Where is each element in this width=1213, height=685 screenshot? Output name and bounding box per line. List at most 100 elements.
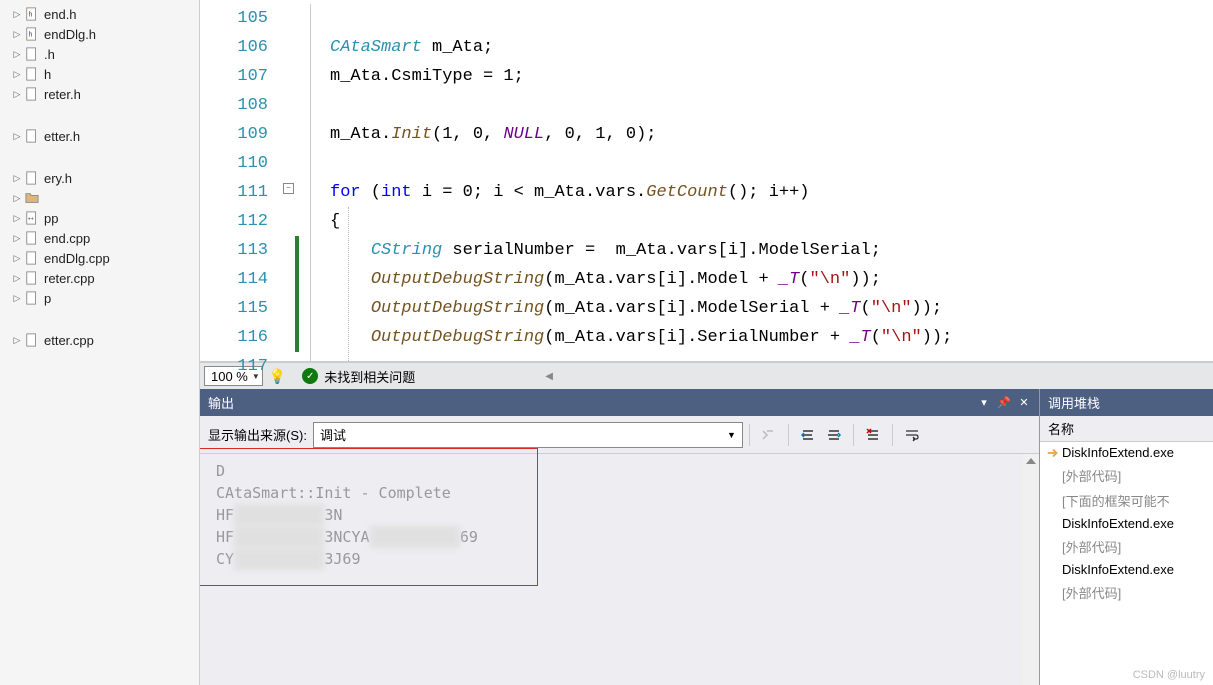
output-panel: 输出 ▾ 📌 ✕ 显示输出来源(S): 调试 ▼	[200, 389, 1039, 685]
solution-explorer-tree[interactable]: ▷hend.h ▷hendDlg.h ▷.h ▷h ▷reter.h ▷ette…	[0, 0, 200, 685]
current-frame-arrow-icon	[1044, 446, 1062, 460]
svg-text:h: h	[29, 12, 33, 19]
expand-icon: ▷	[12, 89, 22, 99]
cpp-file-icon	[24, 230, 40, 246]
tree-item-label: h	[44, 67, 51, 82]
svg-text:++: ++	[28, 217, 34, 223]
pin-icon[interactable]: 📌	[997, 396, 1011, 410]
output-source-value: 调试	[320, 425, 727, 444]
editor-status-bar: 100 % ▼ 💡 ✓ 未找到相关问题 ◀	[200, 362, 1213, 389]
callstack-row[interactable]: [外部代码]	[1040, 463, 1213, 488]
expand-icon: ▷	[12, 29, 22, 39]
tree-item[interactable]: ▷ reter.cpp	[0, 268, 199, 288]
wrap-icon[interactable]	[901, 424, 923, 446]
expand-icon: ▷	[12, 49, 22, 59]
expand-icon: ▷	[12, 213, 22, 223]
tree-item-label: .h	[44, 47, 55, 62]
callstack-row[interactable]: DiskInfoExtend.exe	[1040, 559, 1213, 580]
clear-icon[interactable]	[862, 424, 884, 446]
output-panel-header[interactable]: 输出 ▾ 📌 ✕	[200, 389, 1039, 416]
expand-icon: ▷	[12, 193, 22, 203]
tree-item[interactable]: ▷p	[0, 288, 199, 308]
callstack-row[interactable]: [下面的框架可能不	[1040, 488, 1213, 513]
check-circle-icon: ✓	[302, 368, 318, 384]
tree-item[interactable]: ▷ etter.h	[0, 126, 199, 146]
next-icon[interactable]	[823, 424, 845, 446]
file-icon	[24, 86, 40, 102]
expand-icon: ▷	[12, 233, 22, 243]
lightbulb-icon[interactable]: 💡	[269, 368, 286, 385]
tree-item[interactable]	[0, 104, 199, 126]
tree-item[interactable]: ▷end.cpp	[0, 228, 199, 248]
cpp-file-icon	[24, 250, 40, 266]
change-indicator	[295, 236, 299, 352]
tree-item[interactable]	[0, 308, 199, 330]
callstack-row[interactable]: DiskInfoExtend.exe	[1040, 442, 1213, 463]
issues-text: 未找到相关问题	[324, 367, 415, 386]
scroll-up-icon[interactable]	[1026, 458, 1036, 464]
tree-item[interactable]: ▷hend.h	[0, 4, 199, 24]
callstack-row[interactable]: DiskInfoExtend.exe	[1040, 513, 1213, 534]
callstack-row[interactable]: [外部代码]	[1040, 580, 1213, 605]
code-content[interactable]: CAtaSmart m_Ata; m_Ata.CsmiType = 1; m_A…	[300, 0, 1213, 361]
callstack-row-label: DiskInfoExtend.exe	[1062, 445, 1174, 460]
output-line: CAtaSmart::Init - Complete	[216, 482, 1023, 504]
tree-item[interactable]: ▷	[0, 188, 199, 208]
output-line: CYxxxxxxxxxx3J69	[216, 548, 1023, 570]
tree-item[interactable]: ▷ ery.h	[0, 168, 199, 188]
tree-item-label: ery.h	[44, 171, 72, 186]
expand-icon: ▷	[12, 273, 22, 283]
expand-icon: ▷	[12, 173, 22, 183]
tree-item[interactable]: ▷ ++ pp	[0, 208, 199, 228]
expand-icon: ▷	[12, 131, 22, 141]
callstack-row-label: [外部代码]	[1062, 466, 1121, 485]
output-scrollbar[interactable]	[1022, 454, 1039, 685]
file-icon	[24, 170, 40, 186]
tree-item-label: endDlg.cpp	[44, 251, 110, 266]
dropdown-icon[interactable]: ▾	[977, 396, 991, 410]
output-source-label: 显示输出来源(S):	[208, 425, 307, 444]
cpp-file-icon	[24, 270, 40, 286]
tree-item-label: reter.cpp	[44, 271, 95, 286]
close-icon[interactable]: ✕	[1017, 396, 1031, 410]
tree-item[interactable]: ▷h	[0, 64, 199, 84]
tree-item[interactable]	[0, 146, 199, 168]
tree-item-label: etter.h	[44, 129, 80, 144]
expand-icon: ▷	[12, 253, 22, 263]
tree-item[interactable]: ▷reter.h	[0, 84, 199, 104]
fold-minus-icon[interactable]: −	[283, 183, 294, 194]
output-text-area[interactable]: D CAtaSmart::Init - Complete HFxxxxxxxxx…	[200, 454, 1039, 685]
tree-item-label: end.h	[44, 7, 77, 22]
file-icon	[24, 128, 40, 144]
tree-item[interactable]: ▷ endDlg.cpp	[0, 248, 199, 268]
tree-item[interactable]: ▷ h endDlg.h	[0, 24, 199, 44]
output-source-dropdown[interactable]: 调试 ▼	[313, 422, 743, 448]
expand-icon: ▷	[12, 69, 22, 79]
tree-item[interactable]: ▷etter.cpp	[0, 330, 199, 350]
left-arrow-icon[interactable]: ◀	[545, 371, 553, 382]
callstack-panel-header[interactable]: 调用堆栈	[1040, 389, 1213, 416]
svg-text:h: h	[29, 32, 33, 39]
code-editor[interactable]: 105 106 107 108 109 110 111 112 113 114 …	[200, 0, 1213, 362]
folder-icon	[24, 190, 40, 206]
tree-item[interactable]: ▷ .h	[0, 44, 199, 64]
fold-gutter[interactable]: −	[280, 0, 300, 361]
tree-item-label: p	[44, 291, 51, 306]
file-icon: h	[24, 6, 40, 22]
callstack-panel: 调用堆栈 名称 DiskInfoExtend.exe [外部代码] [下面的框架…	[1039, 389, 1213, 685]
file-icon	[24, 46, 40, 62]
prev-icon[interactable]	[797, 424, 819, 446]
goto-icon	[758, 424, 780, 446]
callstack-col-name: 名称	[1048, 419, 1074, 438]
output-line: D	[216, 460, 1023, 482]
callstack-column-header[interactable]: 名称	[1040, 416, 1213, 442]
output-line: HFxxxxxxxxxx3NCYAxxxxxxxxxx69	[216, 526, 1023, 548]
callstack-row-label: [外部代码]	[1062, 537, 1121, 556]
callstack-list[interactable]: DiskInfoExtend.exe [外部代码] [下面的框架可能不 Disk…	[1040, 442, 1213, 685]
tree-item-label: pp	[44, 211, 58, 226]
tree-item-label: etter.cpp	[44, 333, 94, 348]
output-line: HFxxxxxxxxxx3N	[216, 504, 1023, 526]
output-panel-title: 输出	[208, 393, 977, 412]
tree-item-label: endDlg.h	[44, 27, 96, 42]
callstack-row[interactable]: [外部代码]	[1040, 534, 1213, 559]
